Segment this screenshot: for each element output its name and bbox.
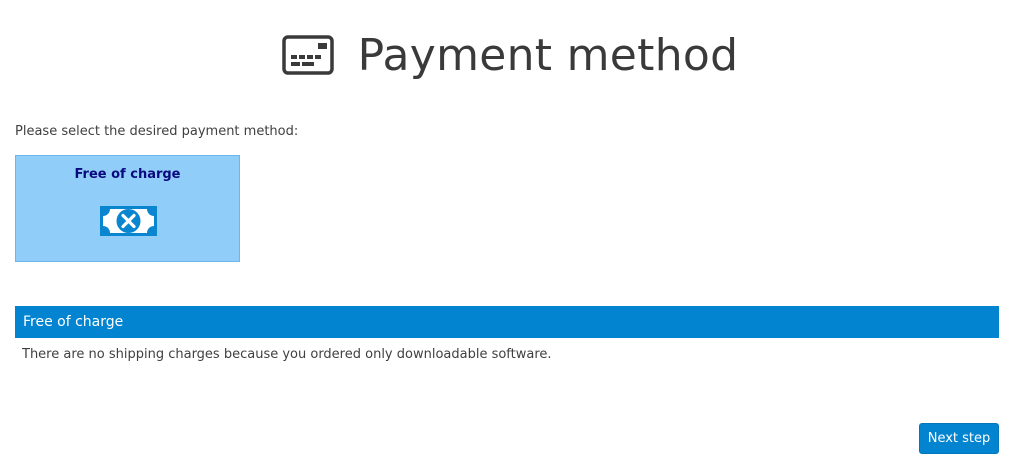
next-step-button[interactable]: Next step <box>919 423 999 454</box>
page-header: Payment method <box>0 26 1020 86</box>
payment-card-icon <box>281 34 336 78</box>
cancelled-banknote-icon <box>100 206 157 236</box>
selected-method-description: There are no shipping charges because yo… <box>22 347 552 362</box>
payment-option-title: Free of charge <box>74 167 181 182</box>
page-title: Payment method <box>357 30 739 81</box>
payment-option-free-of-charge[interactable]: Free of charge <box>15 155 240 262</box>
payment-instruction: Please select the desired payment method… <box>15 124 299 139</box>
selected-method-header: Free of charge <box>15 306 999 338</box>
